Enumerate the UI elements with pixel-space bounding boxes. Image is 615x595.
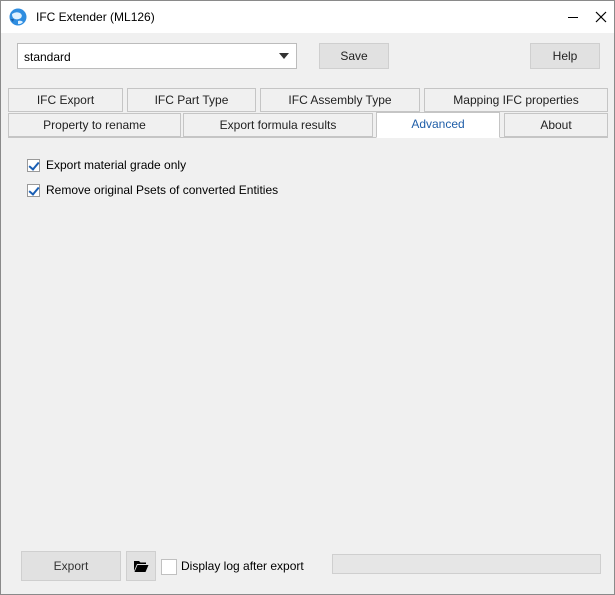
profile-dropdown-value: standard: [24, 50, 71, 64]
folder-icon: [134, 561, 149, 572]
tab-ifc-assembly-type[interactable]: IFC Assembly Type: [260, 88, 420, 112]
close-button[interactable]: [585, 1, 615, 33]
tab-ifc-part-type[interactable]: IFC Part Type: [127, 88, 256, 112]
close-icon: [595, 11, 607, 23]
tab-export-formula-results[interactable]: Export formula results: [183, 113, 373, 137]
remove-original-psets-option[interactable]: Remove original Psets of converted Entit…: [27, 182, 278, 198]
remove-original-psets-checkbox[interactable]: [27, 183, 40, 197]
tab-about[interactable]: About: [504, 113, 608, 137]
open-folder-button[interactable]: [126, 551, 156, 581]
export-progress-bar: [332, 554, 601, 574]
main-window: IFC Extender (ML126) standard Save Help …: [0, 0, 615, 595]
export-button[interactable]: Export: [21, 551, 121, 581]
help-button[interactable]: Help: [530, 43, 600, 69]
tab-property-to-rename[interactable]: Property to rename: [8, 113, 181, 137]
profile-dropdown[interactable]: standard: [17, 43, 297, 69]
display-log-checkbox[interactable]: [161, 559, 177, 575]
export-material-grade-label: Export material grade only: [46, 158, 187, 172]
export-material-grade-checkbox[interactable]: [27, 158, 40, 172]
export-material-grade-option[interactable]: Export material grade only: [27, 157, 186, 173]
window-title: IFC Extender (ML126): [36, 10, 155, 24]
globe-app-icon: [9, 8, 27, 26]
chevron-down-icon: [279, 53, 289, 59]
tab-mapping-ifc-properties[interactable]: Mapping IFC properties: [424, 88, 608, 112]
remove-original-psets-label: Remove original Psets of converted Entit…: [46, 183, 279, 197]
save-button[interactable]: Save: [319, 43, 389, 69]
tab-ifc-export[interactable]: IFC Export: [8, 88, 123, 112]
tab-advanced[interactable]: Advanced: [376, 112, 500, 138]
minimize-icon: [568, 17, 578, 18]
display-log-label: Display log after export: [181, 559, 304, 573]
title-bar: IFC Extender (ML126): [1, 1, 614, 33]
